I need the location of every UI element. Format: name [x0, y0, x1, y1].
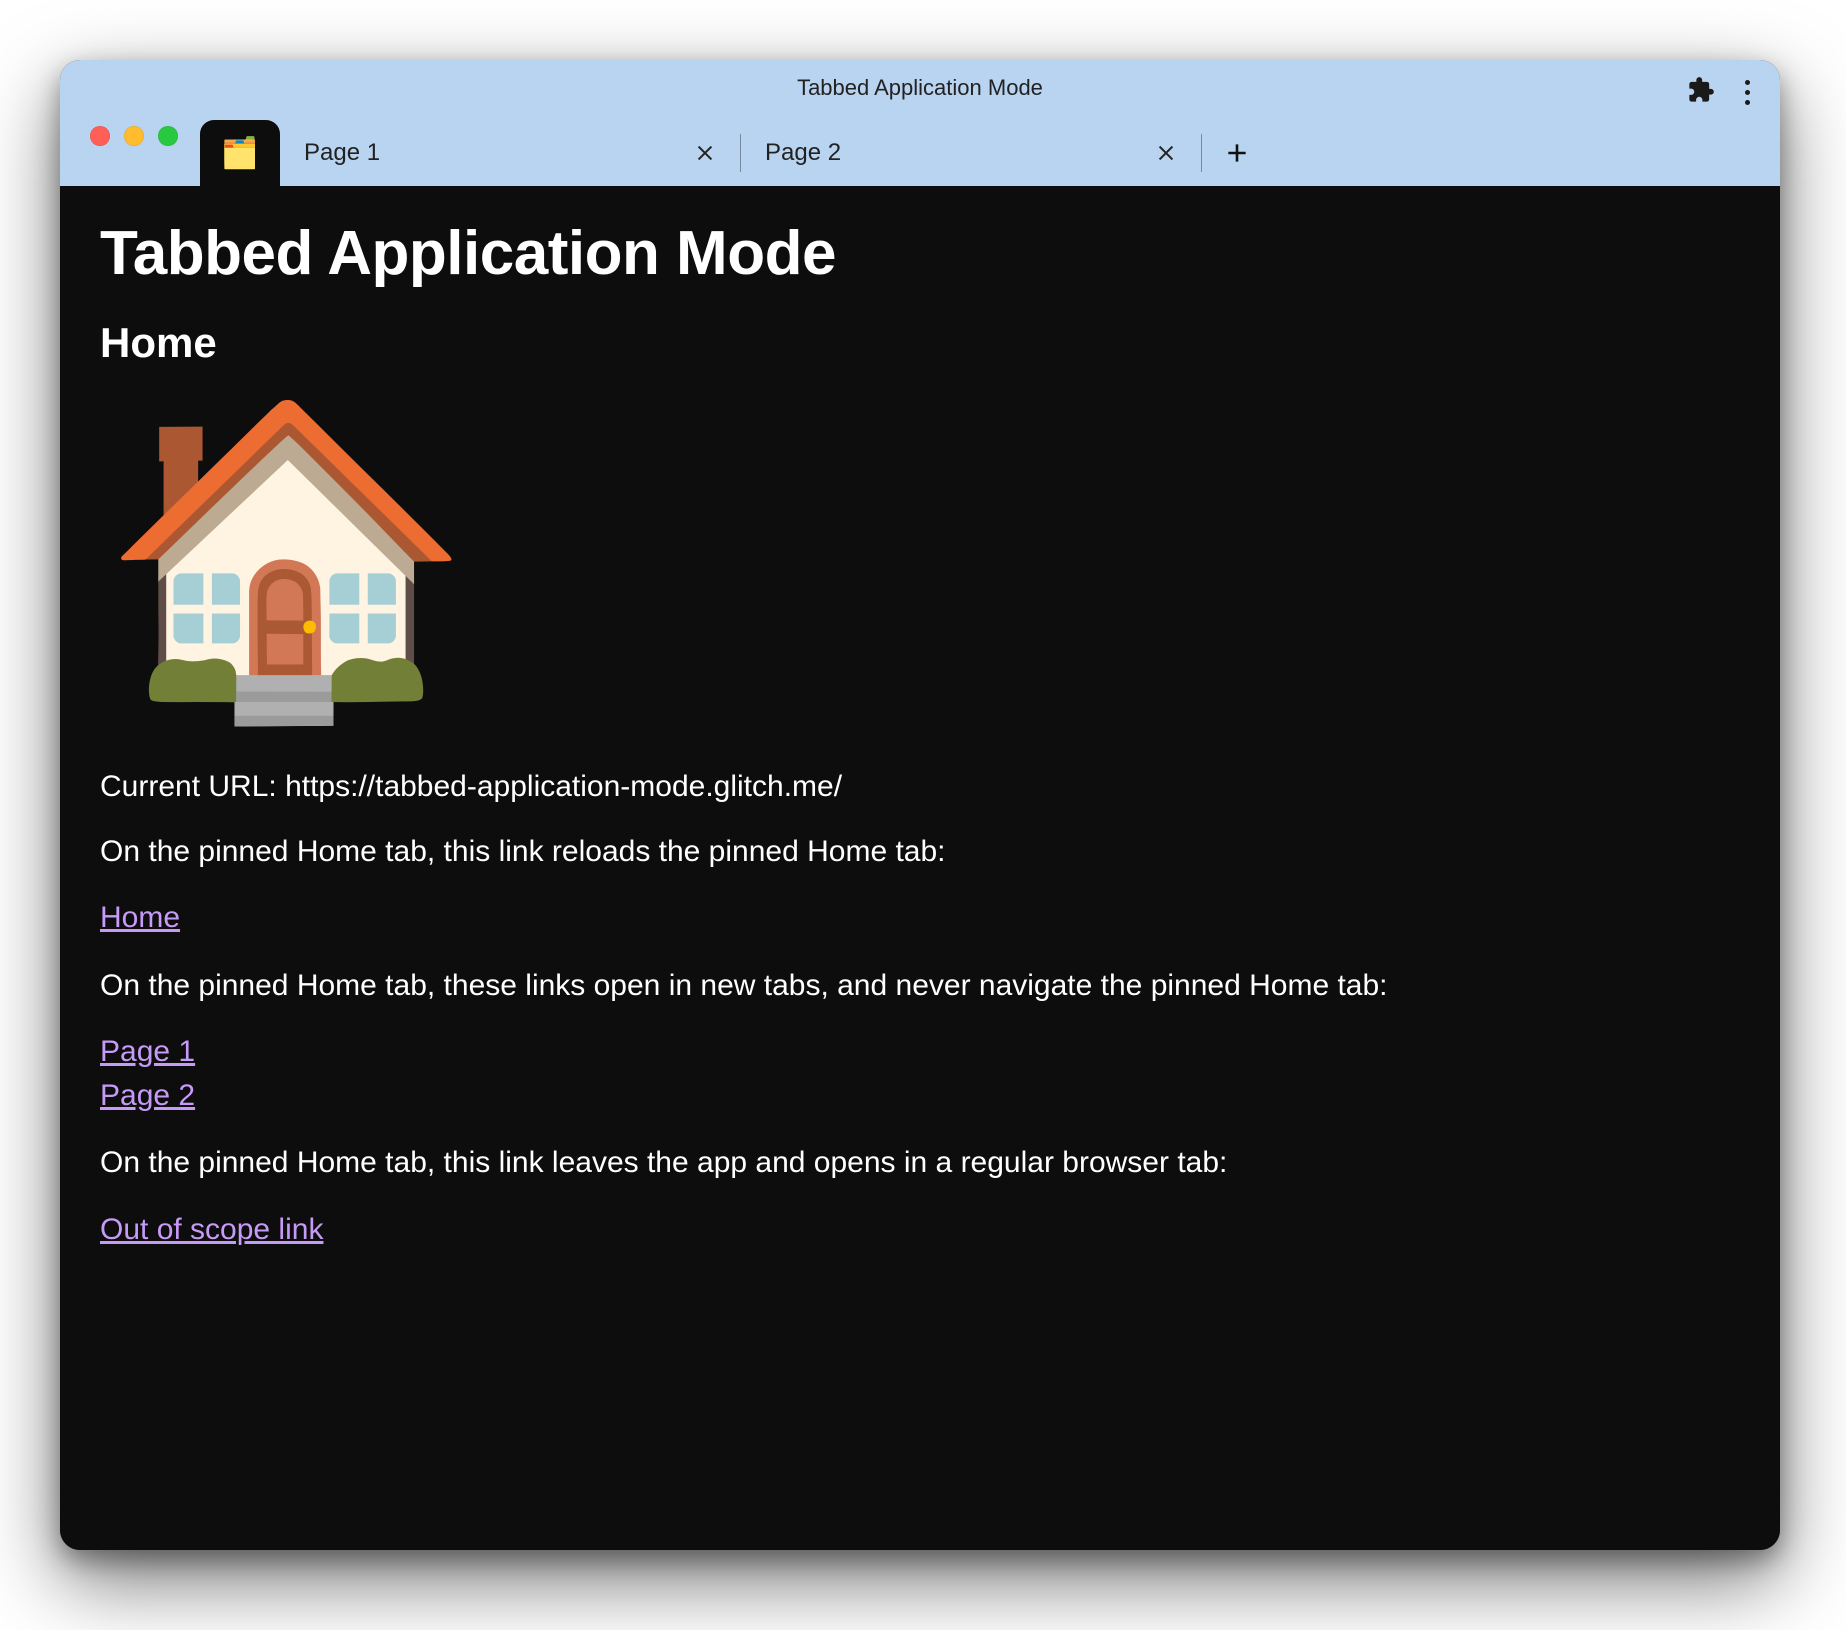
more-menu-icon[interactable] [1739, 74, 1756, 111]
link-page-2[interactable]: Page 2 [100, 1074, 1740, 1118]
tab-label: Page 1 [304, 139, 688, 167]
tab-divider [1201, 134, 1202, 172]
tab-label: Page 2 [765, 139, 1149, 167]
page-title: Tabbed Application Mode [100, 218, 1740, 289]
section-title: Home [100, 319, 1740, 367]
extensions-icon[interactable] [1687, 76, 1715, 109]
window-title: Tabbed Application Mode [60, 75, 1780, 101]
close-tab-button[interactable] [1149, 136, 1183, 170]
tab-strip: 🗂️ Page 1 Page 2 [60, 116, 1780, 186]
page-content: Tabbed Application Mode Home 🏠 Current U… [60, 186, 1780, 1550]
link-out-of-scope[interactable]: Out of scope link [100, 1208, 1740, 1252]
house-icon: 🏠 [100, 407, 1740, 707]
pinned-home-tab[interactable]: 🗂️ [200, 120, 280, 186]
paragraph-3: On the pinned Home tab, this link leaves… [100, 1143, 1740, 1184]
current-url-label: Current URL: [100, 770, 285, 803]
new-tab-button[interactable] [1212, 120, 1262, 186]
link-page-1[interactable]: Page 1 [100, 1030, 1740, 1074]
tabs-icon: 🗂️ [221, 136, 258, 171]
tab-page-1[interactable]: Page 1 [280, 120, 740, 186]
tab-page-2[interactable]: Page 2 [741, 120, 1201, 186]
current-url-value: https://tabbed-application-mode.glitch.m… [285, 770, 842, 803]
paragraph-2: On the pinned Home tab, these links open… [100, 966, 1740, 1007]
current-url-line: Current URL: https://tabbed-application-… [100, 767, 1740, 808]
close-tab-button[interactable] [688, 136, 722, 170]
link-home[interactable]: Home [100, 896, 1740, 940]
paragraph-1: On the pinned Home tab, this link reload… [100, 832, 1740, 873]
title-bar: Tabbed Application Mode 🗂️ [60, 60, 1780, 186]
app-window: Tabbed Application Mode 🗂️ [60, 60, 1780, 1550]
